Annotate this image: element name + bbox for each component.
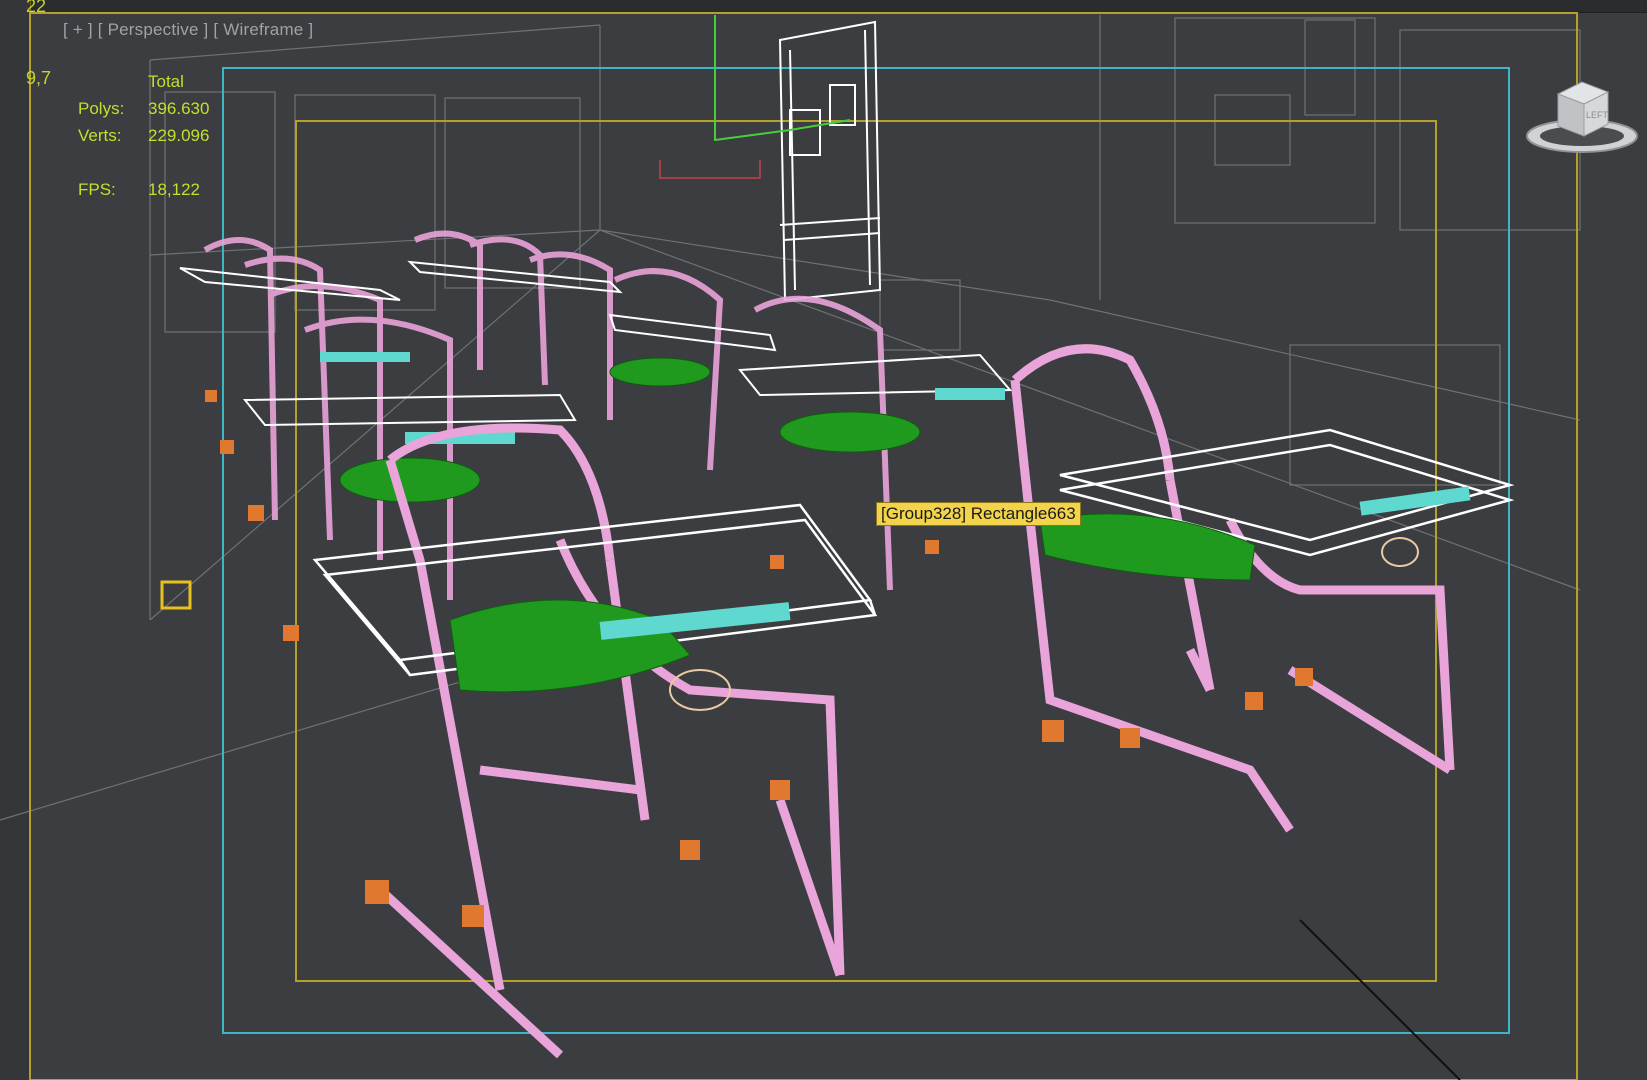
safe-frame-title bbox=[295, 120, 1437, 982]
edge-readout-left: 9,7 bbox=[26, 68, 52, 88]
object-hover-tooltip: [Group328] Rectangle663 bbox=[876, 502, 1081, 526]
viewcube-icon[interactable]: LEFT bbox=[1520, 74, 1640, 160]
stats-header: Total bbox=[148, 72, 184, 91]
back-row-chairs[interactable] bbox=[179, 230, 1013, 641]
stats-verts-label: Verts: bbox=[78, 126, 122, 145]
viewport-label-menu[interactable]: [ + ] [ Perspective ] [ Wireframe ] bbox=[63, 20, 313, 40]
edge-readout-top: 22 bbox=[26, 0, 47, 16]
stats-fps-value: 18,122 bbox=[148, 180, 200, 199]
viewport-plus-menu[interactable]: [ + ] bbox=[63, 20, 93, 39]
stats-fps-label: FPS: bbox=[78, 180, 116, 199]
perspective-viewport[interactable]: [ + ] [ Perspective ] [ Wireframe ] 22 9… bbox=[0, 0, 1647, 1080]
front-chair-desk-left[interactable] bbox=[312, 423, 878, 1059]
selection-helper-icon bbox=[160, 580, 192, 610]
viewport-pov-menu[interactable]: [ Perspective ] bbox=[98, 20, 209, 39]
viewcube-face-label: LEFT bbox=[1586, 110, 1609, 120]
viewport-shading-menu[interactable]: [ Wireframe ] bbox=[213, 20, 313, 39]
whiteboard-stand[interactable] bbox=[778, 20, 882, 302]
stats-verts-value: 229.096 bbox=[148, 126, 210, 145]
stats-polys-label: Polys: bbox=[78, 99, 125, 118]
stats-polys-value: 396.630 bbox=[148, 99, 210, 118]
wireframe-scene[interactable] bbox=[0, 0, 1647, 1080]
camera-gizmo bbox=[659, 160, 761, 179]
